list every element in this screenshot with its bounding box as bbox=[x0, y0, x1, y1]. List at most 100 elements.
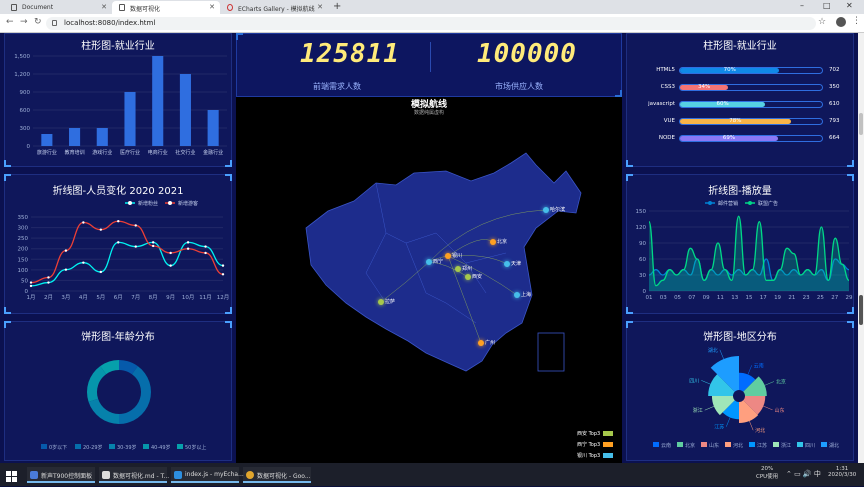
city-marker[interactable] bbox=[543, 207, 549, 213]
progress-track: 60% bbox=[679, 101, 823, 108]
data-point bbox=[151, 244, 155, 248]
tab-echarts[interactable]: ECharts Gallery - 模拟航线 ✕ bbox=[220, 1, 328, 14]
city-marker[interactable] bbox=[490, 239, 496, 245]
tray-icons[interactable]: ⌃ ▭ 🔊 中 bbox=[786, 469, 821, 479]
close-icon[interactable]: ✕ bbox=[101, 3, 107, 11]
legend-yinchuan[interactable]: 银川 Top3 bbox=[577, 452, 614, 459]
data-point bbox=[134, 224, 137, 227]
donut-slice bbox=[87, 366, 107, 402]
city-marker[interactable] bbox=[378, 299, 384, 305]
city-label: 郑州 bbox=[462, 266, 473, 272]
city-marker[interactable] bbox=[504, 261, 510, 267]
new-tab-button[interactable]: + bbox=[333, 1, 341, 12]
x-tick-label: 11月 bbox=[199, 294, 212, 301]
y-tick-label: 50 bbox=[21, 278, 28, 284]
tab-document[interactable]: Document ✕ bbox=[4, 1, 112, 14]
panel-bar-industry: 柱形图-就业行业 0 300 600 900 1,200 1,500 旅游行业 教育培训 游戏行… bbox=[4, 33, 232, 167]
cpu-usage[interactable]: 20% CPU使用 bbox=[756, 466, 778, 480]
legend-label: 新增游客 bbox=[178, 200, 198, 207]
city-marker[interactable] bbox=[465, 274, 471, 280]
bar bbox=[69, 128, 81, 146]
corner-decoration bbox=[615, 90, 622, 97]
supply-label: 市场供应人数 bbox=[495, 82, 543, 91]
legend-marker bbox=[748, 201, 752, 205]
city-marker[interactable] bbox=[514, 292, 520, 298]
city-marker[interactable] bbox=[455, 266, 461, 272]
menu-icon[interactable]: ⋮ bbox=[852, 16, 861, 26]
x-tick-label: 23 bbox=[803, 295, 810, 301]
x-tick-label: 01 bbox=[646, 295, 653, 301]
maximize-button[interactable]: □ bbox=[823, 1, 831, 10]
taskbar-chrome[interactable]: 数据可视化 - Goo... bbox=[243, 467, 311, 483]
y-tick-label: 0 bbox=[27, 144, 31, 150]
city-marker[interactable] bbox=[445, 253, 451, 259]
x-tick-label: 3月 bbox=[61, 294, 70, 301]
data-point bbox=[134, 245, 137, 248]
tab-dashboard[interactable]: 数据可视化 ✕ bbox=[112, 1, 220, 14]
x-tick-label: 03 bbox=[660, 295, 667, 301]
data-point bbox=[169, 264, 172, 267]
data-point bbox=[64, 268, 68, 271]
close-icon[interactable]: ✕ bbox=[209, 3, 215, 11]
legend-label: 0岁以下 bbox=[49, 444, 67, 451]
panel-title: 柱形图-就业行业 bbox=[703, 41, 777, 52]
close-window-button[interactable]: ✕ bbox=[846, 1, 853, 10]
back-icon[interactable]: ← bbox=[6, 17, 14, 27]
x-tick-label: 11 bbox=[717, 295, 724, 301]
panel-play-count: 折线图-播放量 邮件营销 联盟广告 0 30 60 90 120 150 01 03 05 07 09 1… bbox=[626, 174, 854, 314]
data-point bbox=[29, 281, 33, 284]
x-tick-label: 2月 bbox=[44, 294, 53, 301]
label-leader bbox=[704, 406, 715, 411]
minimize-button[interactable]: – bbox=[800, 1, 804, 10]
label-leader bbox=[719, 349, 724, 360]
legend-swatch bbox=[109, 444, 115, 449]
legend-xian[interactable]: 西安 Top3 bbox=[577, 430, 614, 437]
tab-bar: Document ✕ 数据可视化 ✕ ECharts Gallery - 模拟航… bbox=[0, 0, 864, 14]
windows-start-icon[interactable] bbox=[6, 468, 18, 482]
legend-xining[interactable]: 西宁 Top3 bbox=[577, 441, 614, 448]
legend-label: 20-29岁 bbox=[83, 444, 103, 451]
data-point bbox=[186, 247, 190, 250]
taskbar-control-panel[interactable]: 新声T900控制面板 bbox=[27, 467, 95, 483]
bookmark-star-icon[interactable]: ☆ bbox=[818, 17, 826, 27]
city-label: 拉萨 bbox=[385, 299, 396, 305]
clock[interactable]: 1:31 2020/3/30 bbox=[828, 466, 856, 478]
page-scrollbar[interactable] bbox=[858, 33, 864, 463]
x-tick-label: 13 bbox=[731, 295, 738, 301]
profile-avatar[interactable] bbox=[836, 17, 846, 27]
legend-marker bbox=[168, 201, 172, 205]
city-marker[interactable] bbox=[478, 340, 484, 346]
y-tick-label: 900 bbox=[20, 90, 31, 96]
x-tick-label: 25 bbox=[817, 295, 824, 301]
city-label: 银川 bbox=[452, 253, 463, 259]
taskbar-typora[interactable]: 数据可视化.md - T... bbox=[99, 467, 169, 483]
legend-swatch bbox=[749, 442, 755, 447]
legend-swatch bbox=[773, 442, 779, 447]
series-area bbox=[649, 216, 849, 291]
label-leader bbox=[764, 381, 775, 386]
scroll-thumb[interactable] bbox=[859, 113, 863, 135]
x-tick-label: 医疗行业 bbox=[120, 149, 140, 156]
bar-chart: 0 300 600 900 1,200 1,500 旅游行业 教育培训 游戏行业 医疗行业 电商行业… bbox=[14, 54, 227, 156]
x-tick-label: 社交行业 bbox=[175, 149, 195, 156]
donut-slice bbox=[88, 398, 119, 424]
corner-decoration bbox=[236, 33, 243, 40]
demand-label: 前端需求人数 bbox=[313, 82, 361, 91]
y-tick-label: 30 bbox=[639, 273, 646, 279]
address-bar-row: ← → ↻ localhost:8080/index.html ☆ ⋮ bbox=[0, 14, 864, 33]
forward-icon[interactable]: → bbox=[20, 17, 28, 27]
legend-label: 四川 bbox=[805, 443, 815, 449]
url-field[interactable]: localhost:8080/index.html bbox=[46, 17, 816, 30]
reload-icon[interactable]: ↻ bbox=[34, 17, 42, 27]
close-icon[interactable]: ✕ bbox=[317, 3, 323, 11]
legend-label: 云南 bbox=[661, 442, 671, 449]
taskbar-vscode[interactable]: index.js - myEcha... bbox=[171, 467, 244, 483]
slice-label: 北京 bbox=[776, 379, 786, 386]
legend-swatch bbox=[177, 444, 183, 449]
legend-label: 新增粉丝 bbox=[138, 200, 158, 207]
city-marker[interactable] bbox=[426, 259, 432, 265]
label-leader bbox=[701, 380, 711, 385]
x-tick-label: 6月 bbox=[114, 294, 123, 301]
legend-swatch bbox=[75, 444, 81, 449]
donut-chart: 0岁以下 20-29岁 30-39岁 40-49岁 50岁以上 bbox=[41, 360, 206, 451]
